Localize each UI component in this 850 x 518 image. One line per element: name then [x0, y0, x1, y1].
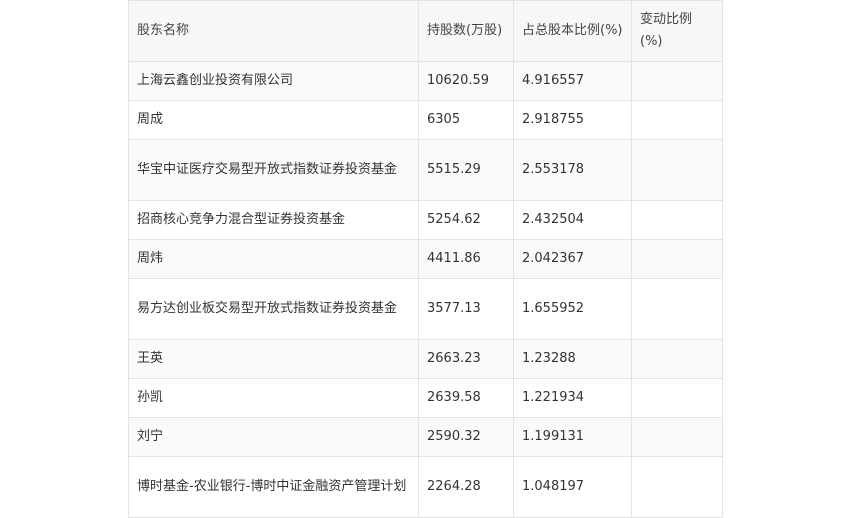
cell-shares: 10620.59: [418, 61, 514, 101]
cell-change: [631, 417, 723, 457]
table-row: 周炜 4411.86 2.042367: [128, 239, 723, 279]
cell-name: 孙凯: [128, 378, 419, 418]
cell-ratio: 1.048197: [513, 456, 632, 518]
cell-change: [631, 200, 723, 240]
cell-ratio: 2.553178: [513, 139, 632, 201]
cell-change: [631, 239, 723, 279]
cell-ratio: 1.655952: [513, 278, 632, 340]
table-row: 招商核心竞争力混合型证券投资基金 5254.62 2.432504: [128, 200, 723, 240]
cell-change: [631, 456, 723, 518]
cell-ratio: 1.221934: [513, 378, 632, 418]
cell-name: 上海云鑫创业投资有限公司: [128, 61, 419, 101]
shareholder-table: 股东名称 持股数(万股) 占总股本比例(%) 变动比例(%) 上海云鑫创业投资有…: [128, 0, 723, 518]
cell-name: 周成: [128, 100, 419, 140]
table-body: 上海云鑫创业投资有限公司 10620.59 4.916557 周成 6305 2…: [128, 61, 723, 518]
cell-name: 易方达创业板交易型开放式指数证券投资基金: [128, 278, 419, 340]
cell-ratio: 1.23288: [513, 339, 632, 379]
cell-change: [631, 278, 723, 340]
cell-change: [631, 378, 723, 418]
cell-shares: 4411.86: [418, 239, 514, 279]
table-row: 华宝中证医疗交易型开放式指数证券投资基金 5515.29 2.553178: [128, 139, 723, 201]
cell-shares: 5254.62: [418, 200, 514, 240]
header-row: 股东名称 持股数(万股) 占总股本比例(%) 变动比例(%): [128, 0, 723, 62]
cell-name: 周炜: [128, 239, 419, 279]
header-change: 变动比例(%): [631, 0, 723, 62]
cell-ratio: 1.199131: [513, 417, 632, 457]
cell-name: 王英: [128, 339, 419, 379]
cell-ratio: 2.432504: [513, 200, 632, 240]
cell-shares: 2590.32: [418, 417, 514, 457]
cell-shares: 6305: [418, 100, 514, 140]
header-shareholder-name: 股东名称: [128, 0, 419, 62]
table-row: 王英 2663.23 1.23288: [128, 339, 723, 379]
table-row: 周成 6305 2.918755: [128, 100, 723, 140]
cell-shares: 5515.29: [418, 139, 514, 201]
cell-ratio: 2.042367: [513, 239, 632, 279]
table-row: 易方达创业板交易型开放式指数证券投资基金 3577.13 1.655952: [128, 278, 723, 340]
cell-change: [631, 61, 723, 101]
cell-name: 华宝中证医疗交易型开放式指数证券投资基金: [128, 139, 419, 201]
cell-ratio: 2.918755: [513, 100, 632, 140]
cell-name: 刘宁: [128, 417, 419, 457]
cell-change: [631, 139, 723, 201]
table-row: 博时基金-农业银行-博时中证金融资产管理计划 2264.28 1.048197: [128, 456, 723, 518]
table-header: 股东名称 持股数(万股) 占总股本比例(%) 变动比例(%): [128, 0, 723, 62]
cell-shares: 2663.23: [418, 339, 514, 379]
cell-shares: 3577.13: [418, 278, 514, 340]
cell-name: 博时基金-农业银行-博时中证金融资产管理计划: [128, 456, 419, 518]
header-ratio: 占总股本比例(%): [513, 0, 632, 62]
header-shares: 持股数(万股): [418, 0, 514, 62]
cell-shares: 2639.58: [418, 378, 514, 418]
shareholder-table-container: 股东名称 持股数(万股) 占总股本比例(%) 变动比例(%) 上海云鑫创业投资有…: [128, 0, 723, 518]
table-row: 上海云鑫创业投资有限公司 10620.59 4.916557: [128, 61, 723, 101]
table-row: 孙凯 2639.58 1.221934: [128, 378, 723, 418]
cell-change: [631, 100, 723, 140]
table-row: 刘宁 2590.32 1.199131: [128, 417, 723, 457]
cell-ratio: 4.916557: [513, 61, 632, 101]
cell-name: 招商核心竞争力混合型证券投资基金: [128, 200, 419, 240]
cell-shares: 2264.28: [418, 456, 514, 518]
cell-change: [631, 339, 723, 379]
